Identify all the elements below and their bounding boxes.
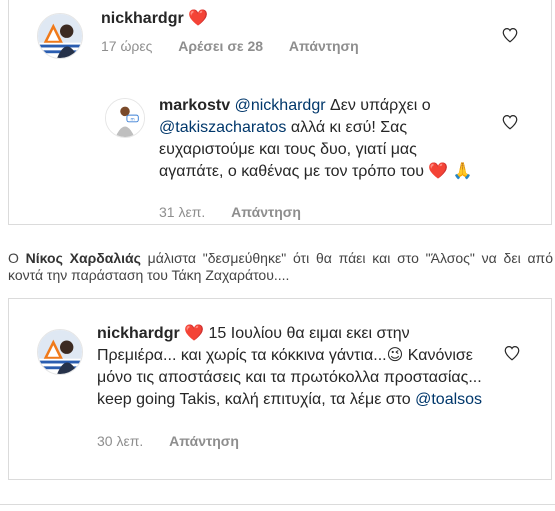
- avatar-nickhardgr[interactable]: [37, 329, 83, 375]
- mention-takiszacharatos[interactable]: @takiszacharatos: [159, 119, 286, 136]
- reply-time[interactable]: 31 λεπ.: [159, 204, 205, 220]
- avatar-nickhardgr[interactable]: [37, 13, 83, 59]
- username-markostv[interactable]: markostv: [159, 97, 230, 114]
- heart-emoji: ❤️: [188, 10, 209, 27]
- divider: [0, 504, 555, 505]
- username-nickhardgr[interactable]: nickhardgr: [97, 325, 180, 342]
- heart-outline-icon[interactable]: [501, 26, 519, 44]
- reply-text-1: markostv @nickhardgr Δεν υπάρχει ο @taki…: [159, 95, 479, 183]
- reply-meta-1: 31 λεπ. Απάντηση: [159, 204, 323, 220]
- comment-time[interactable]: 30 λεπ.: [97, 433, 143, 449]
- article-prefix: Ο: [8, 250, 26, 266]
- mention-nickhardgr[interactable]: @nickhardgr: [235, 97, 326, 114]
- comment-card-1: nickhardgr ❤️ 17 ώρες Αρέσει σε 28 Απάντ…: [8, 0, 552, 225]
- username-nickhardgr[interactable]: nickhardgr: [101, 10, 184, 27]
- comment-text-2: nickhardgr ❤️ 15 Ιουλίου θα ειμαι εκει σ…: [97, 323, 492, 411]
- avatar-markostv[interactable]: m: [105, 98, 145, 138]
- comment-meta-1: 17 ώρες Αρέσει σε 28 Απάντηση: [101, 38, 381, 54]
- svg-text:m: m: [131, 117, 135, 122]
- comment-time[interactable]: 17 ώρες: [101, 38, 152, 54]
- article-name: Νίκος Χαρδαλιάς: [25, 250, 141, 266]
- mention-toalsos[interactable]: @toalsos: [415, 391, 482, 408]
- heart-outline-icon[interactable]: [503, 344, 521, 362]
- likes-count[interactable]: Αρέσει σε 28: [178, 38, 263, 54]
- comment-meta-2: 30 λεπ. Απάντηση: [97, 433, 261, 449]
- comment-card-2: nickhardgr ❤️ 15 Ιουλίου θα ειμαι εκει σ…: [8, 298, 552, 480]
- reply-text-part1: Δεν υπάρχει ο: [325, 97, 431, 114]
- reply-button[interactable]: Απάντηση: [231, 204, 301, 220]
- reply-button[interactable]: Απάντηση: [169, 433, 239, 449]
- article-paragraph: Ο Νίκος Χαρδαλιάς μάλιστα "δεσμεύθηκε" ό…: [8, 250, 553, 284]
- reply-button[interactable]: Απάντηση: [289, 38, 359, 54]
- comment-text-1: nickhardgr ❤️: [101, 8, 481, 30]
- heart-outline-icon[interactable]: [501, 113, 519, 131]
